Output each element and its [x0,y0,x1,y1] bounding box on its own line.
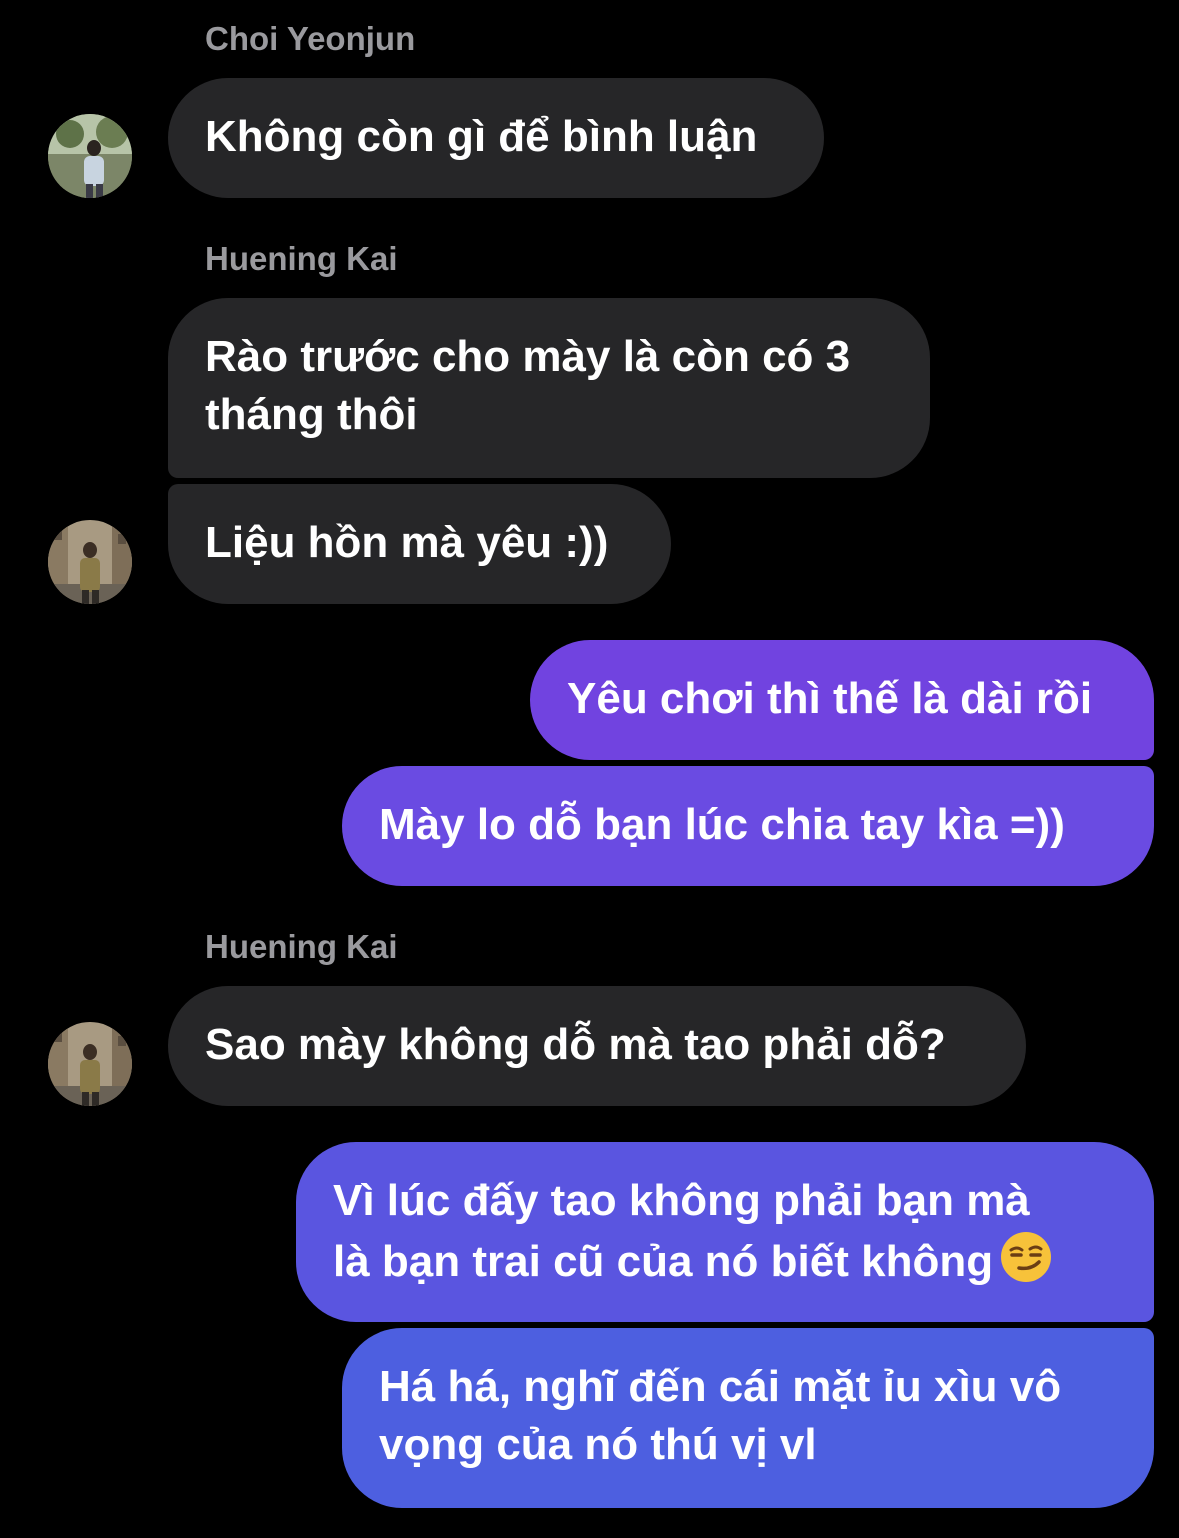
outgoing-message-bubble[interactable]: Vì lúc đấy tao không phải bạn mà là bạn … [296,1142,1154,1322]
smirking-face-emoji [1001,1232,1052,1282]
incoming-message-bubble[interactable]: Sao mày không dỗ mà tao phải dỗ? [168,986,1026,1106]
outgoing-message-bubble[interactable]: Há há, nghĩ đến cái mặt ỉu xìu vô vọng c… [342,1328,1154,1508]
message-text: Liệu hồn mà yêu :)) [205,518,609,567]
avatar-huening-kai[interactable] [48,1022,132,1106]
incoming-message-bubble[interactable]: Rào trước cho mày là còn có 3 tháng thôi [168,298,930,478]
message-text: Sao mày không dỗ mà tao phải dỗ? [205,1020,946,1069]
message-text-line: là bạn trai cũ của nó biết không [333,1230,1118,1291]
message-text-line: Vì lúc đấy tao không phải bạn mà [333,1176,1030,1225]
message-text: Mày lo dỗ bạn lúc chia tay kìa =)) [379,800,1065,849]
sender-name: Huening Kai [205,240,398,277]
avatar-huening-kai[interactable] [48,520,132,604]
incoming-message-bubble[interactable]: Liệu hồn mà yêu :)) [168,484,671,604]
message-text-line: Há há, nghĩ đến cái mặt ỉu xìu vô [379,1362,1062,1411]
sender-name: Huening Kai [205,928,398,965]
incoming-message-bubble[interactable]: Không còn gì để bình luận [168,78,824,198]
message-text-line: vọng của nó thú vị vl [379,1420,817,1469]
message-text-line-part: là bạn trai cũ của nó biết không [333,1237,994,1286]
message-text: Không còn gì để bình luận [205,112,758,161]
avatar-choi-yeonjun[interactable] [48,114,132,198]
sender-name: Choi Yeonjun [205,20,416,57]
message-text: Yêu chơi thì thế là dài rồi [567,674,1093,723]
message-text-line: tháng thôi [205,390,418,439]
outgoing-message-bubble[interactable]: Mày lo dỗ bạn lúc chia tay kìa =)) [342,766,1154,886]
outgoing-message-bubble[interactable]: Yêu chơi thì thế là dài rồi [530,640,1154,760]
message-text-line: Rào trước cho mày là còn có 3 [205,332,851,381]
